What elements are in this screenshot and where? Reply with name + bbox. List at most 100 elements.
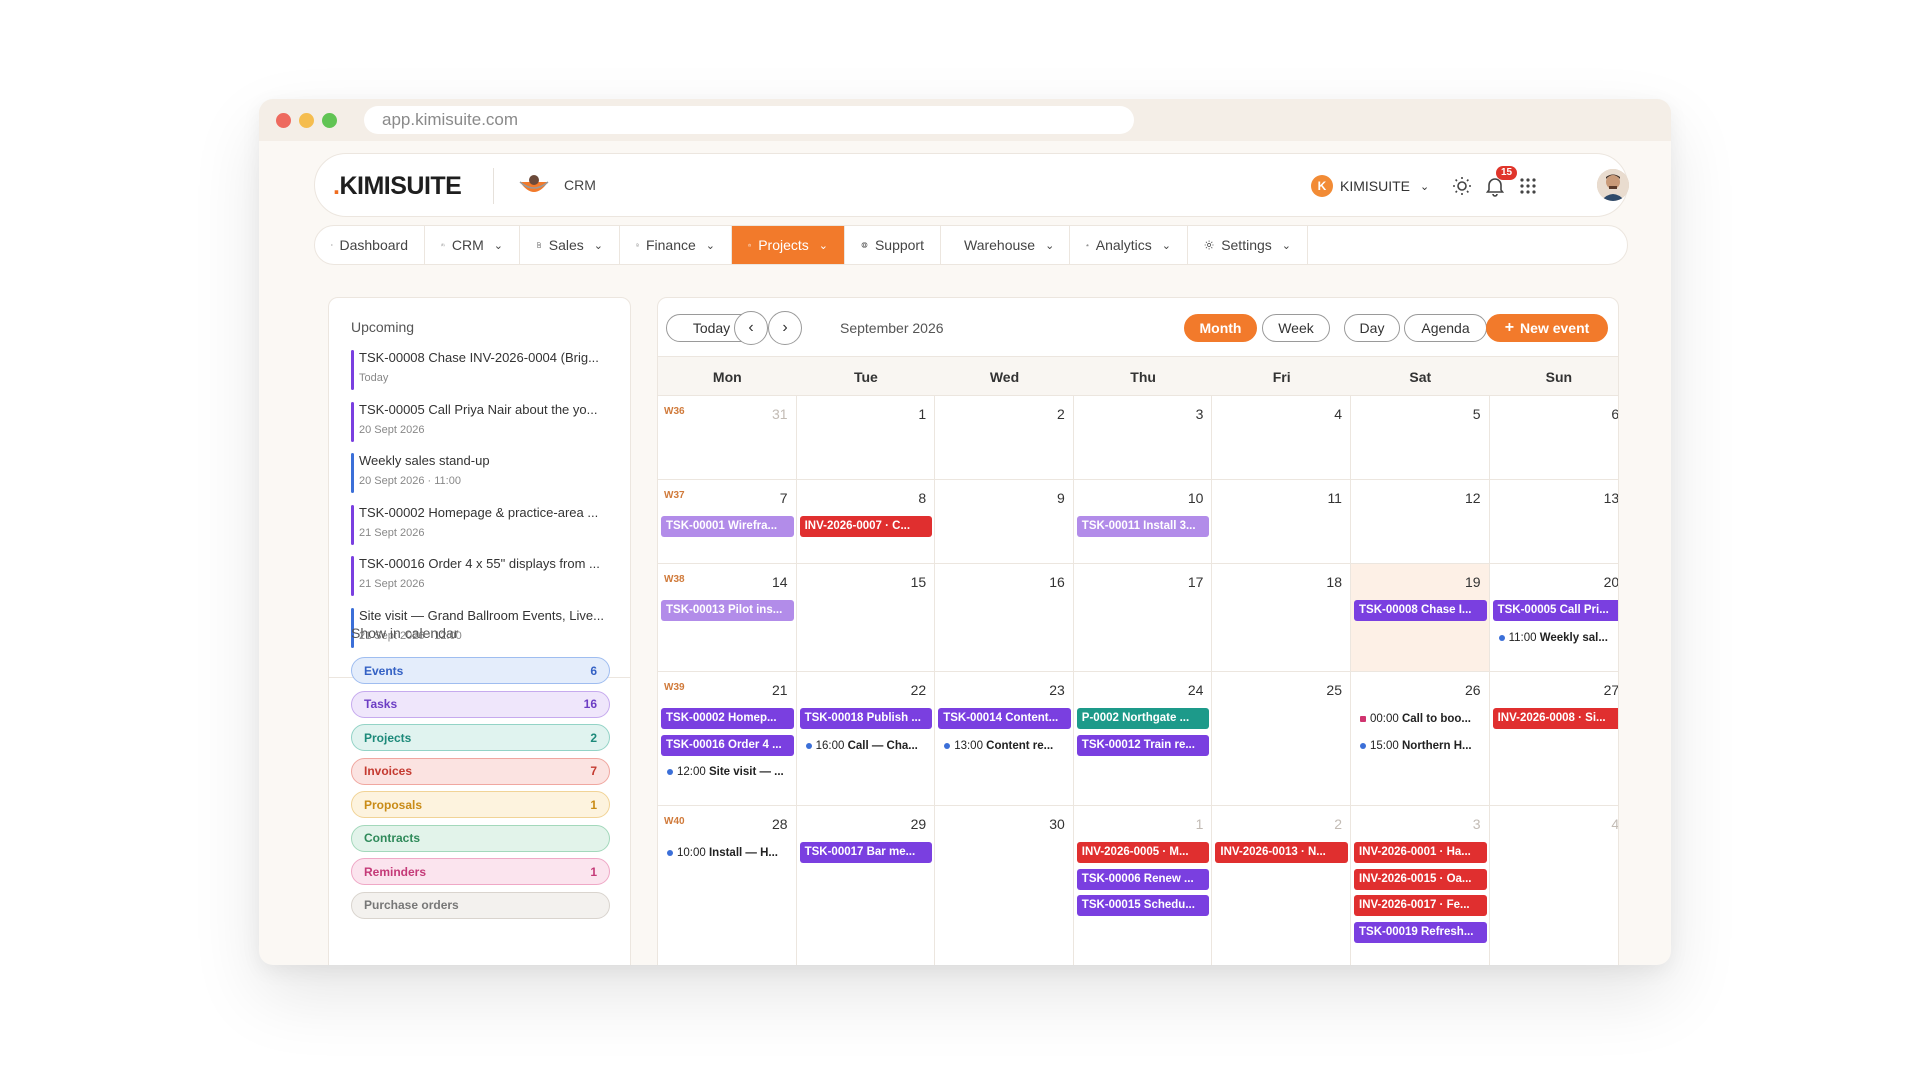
day-cell[interactable]: 31 W36 <box>658 396 797 480</box>
day-cell[interactable]: 13 <box>1489 480 1618 564</box>
calendar-event[interactable]: 10:00 Install — H... <box>667 844 792 862</box>
day-cell[interactable]: 18 <box>1212 564 1351 672</box>
calendar-event[interactable]: 00:00 Call to boo... <box>1360 710 1485 728</box>
day-cell[interactable]: 1 <box>796 396 936 480</box>
day-number: 28 <box>772 816 788 832</box>
calendar-event[interactable]: INV-2026-0005 · M... <box>1076 842 1210 863</box>
filter-purchase-orders[interactable]: Purchase orders <box>351 891 610 919</box>
calendar-event[interactable]: TSK-00019 Refresh... <box>1354 921 1487 943</box>
nav-finance[interactable]: Finance ⌄ <box>620 226 732 264</box>
filter-contracts[interactable]: Contracts <box>351 824 610 852</box>
nav-sales[interactable]: Sales ⌄ <box>520 226 620 264</box>
view-month-button[interactable]: Month <box>1184 314 1257 342</box>
day-cell[interactable]: 28 W40 <box>658 806 797 965</box>
day-cell[interactable]: 4 <box>1212 396 1351 480</box>
calendar-event[interactable]: INV-2026-0015 · Oa... <box>1354 868 1487 890</box>
calendar-event[interactable]: TSK-00005 Call Pri... <box>1492 600 1618 621</box>
day-cell[interactable]: 25 <box>1212 672 1351 806</box>
calendar-event[interactable]: 16:00 Call — Cha... <box>805 737 931 755</box>
nav-dashboard[interactable]: Dashboard <box>315 226 425 264</box>
day-cell[interactable]: 3 <box>1073 396 1213 480</box>
calendar-event[interactable]: TSK-00018 Publish ... <box>799 708 933 729</box>
theme-toggle-icon[interactable] <box>1450 174 1474 198</box>
nav-support[interactable]: Support <box>845 226 941 264</box>
notifications-button[interactable]: 15 <box>1483 166 1518 198</box>
next-month-button[interactable]: › <box>768 311 802 345</box>
day-number: 2 <box>1056 406 1065 422</box>
calendar-event[interactable]: TSK-00012 Train re... <box>1076 734 1210 756</box>
calendar-event[interactable]: TSK-00016 Order 4 ... <box>661 734 794 756</box>
upcoming-item[interactable]: TSK-00002 Homepage & practice-area ... 21… <box>351 504 613 545</box>
nav-crm[interactable]: CRM ⌄ <box>425 226 520 264</box>
day-cell[interactable]: 27 <box>1489 672 1618 806</box>
view-agenda-button[interactable]: Agenda <box>1404 314 1487 342</box>
calendar-event[interactable]: TSK-00013 Pilot ins... <box>661 600 794 621</box>
calendar-event[interactable]: TSK-00002 Homep... <box>661 708 794 729</box>
day-cell[interactable]: 9 <box>935 480 1074 564</box>
calendar-event[interactable]: INV-2026-0001 · Ha... <box>1354 842 1487 863</box>
event-title: Call — Cha... <box>847 739 918 752</box>
plus-icon: + <box>1504 319 1515 336</box>
upcoming-item[interactable]: TSK-00008 Chase INV-2026-0004 (Brig... To… <box>351 350 613 390</box>
day-cell[interactable]: 12 <box>1351 480 1490 564</box>
calendar-event[interactable]: INV-2026-0007 · C... <box>799 516 933 537</box>
kimisuite-logo[interactable]: .KIMISUITE <box>333 172 462 201</box>
nav-warehouse[interactable]: Warehouse ⌄ <box>941 226 1070 264</box>
calendar-event[interactable]: INV-2026-0008 · Si... <box>1492 708 1618 729</box>
workspace-switcher[interactable]: K KIMISUITE ⌄ <box>1311 175 1429 197</box>
day-cell[interactable]: 17 <box>1073 564 1213 672</box>
day-cell[interactable]: 2 <box>935 396 1074 480</box>
filter-invoices[interactable]: Invoices 7 <box>351 757 610 785</box>
upcoming-date: 20 Sept 2026 · 11:00 <box>359 475 461 487</box>
day-cell[interactable]: 6 <box>1489 396 1618 480</box>
chevron-down-icon: ⌄ <box>1281 239 1291 252</box>
upcoming-item[interactable]: Weekly sales stand-up 20 Sept 2026 · 11:0… <box>351 453 613 493</box>
filter-projects[interactable]: Projects 2 <box>351 724 610 751</box>
prev-month-button[interactable]: ‹ <box>734 311 768 345</box>
calendar-event[interactable]: TSK-00006 Renew ... <box>1076 868 1210 890</box>
view-week-button[interactable]: Week <box>1262 314 1330 342</box>
day-cell[interactable]: 16 <box>935 564 1074 672</box>
minimize-window-button[interactable] <box>299 113 314 128</box>
calendar-event[interactable]: INV-2026-0017 · Fe... <box>1354 895 1487 916</box>
calendar-event[interactable]: 15:00 Northern H... <box>1360 737 1485 755</box>
new-event-button[interactable]: + New event <box>1486 314 1608 342</box>
calendar-event[interactable]: INV-2026-0013 · N... <box>1215 842 1348 863</box>
view-day-button[interactable]: Day <box>1344 314 1400 342</box>
calendar-event[interactable]: TSK-00015 Schedu... <box>1076 895 1210 916</box>
filter-tasks[interactable]: Tasks 16 <box>351 690 610 718</box>
day-cell[interactable]: 11 <box>1212 480 1351 564</box>
filter-events[interactable]: Events 6 <box>351 657 610 684</box>
day-cell[interactable]: 29 <box>797 806 936 965</box>
calendar-event[interactable]: P-0002 Northgate ... <box>1076 708 1210 729</box>
day-cell[interactable]: 15 <box>796 564 936 672</box>
calendar-event[interactable]: TSK-00014 Content... <box>938 708 1071 729</box>
calendar-event[interactable]: 12:00 Site visit — ... <box>667 763 792 781</box>
calendar-event[interactable]: 13:00 Content re... <box>944 737 1069 755</box>
nav-settings[interactable]: Settings ⌄ <box>1188 226 1308 264</box>
weekday-header-row: Mon Tue Wed Thu Fri Sat Sun <box>658 356 1618 396</box>
apps-grid-icon[interactable] <box>1516 174 1540 198</box>
upcoming-item[interactable]: TSK-00005 Call Priya Nair about the yo..… <box>351 401 613 442</box>
address-bar[interactable]: app.kimisuite.com <box>364 106 1134 134</box>
day-cell[interactable]: 5 <box>1351 396 1490 480</box>
day-cell[interactable]: 2 <box>1212 806 1351 965</box>
filter-proposals[interactable]: Proposals 1 <box>351 791 610 818</box>
nav-projects[interactable]: Projects ⌄ <box>732 226 845 264</box>
filter-label: Contracts <box>364 831 421 845</box>
upcoming-item[interactable]: TSK-00016 Order 4 x 55" displays from ..… <box>351 556 613 596</box>
week-number: W39 <box>664 682 685 693</box>
calendar-event[interactable]: TSK-00001 Wirefra... <box>661 516 794 537</box>
calendar-event[interactable]: TSK-00011 Install 3... <box>1076 516 1210 537</box>
nav-analytics[interactable]: Analytics ⌄ <box>1070 226 1188 264</box>
filter-reminders[interactable]: Reminders 1 <box>351 858 610 885</box>
calendar-event[interactable]: TSK-00008 Chase I... <box>1354 600 1487 621</box>
maximize-window-button[interactable] <box>322 113 337 128</box>
close-window-button[interactable] <box>276 113 291 128</box>
user-avatar[interactable] <box>1597 169 1629 201</box>
day-number: 21 <box>772 682 788 698</box>
calendar-event[interactable]: 11:00 Weekly sal... <box>1498 629 1618 647</box>
day-cell[interactable]: 4 <box>1490 806 1618 965</box>
calendar-event[interactable]: TSK-00017 Bar me... <box>799 842 933 863</box>
day-cell[interactable]: 30 <box>935 806 1074 965</box>
